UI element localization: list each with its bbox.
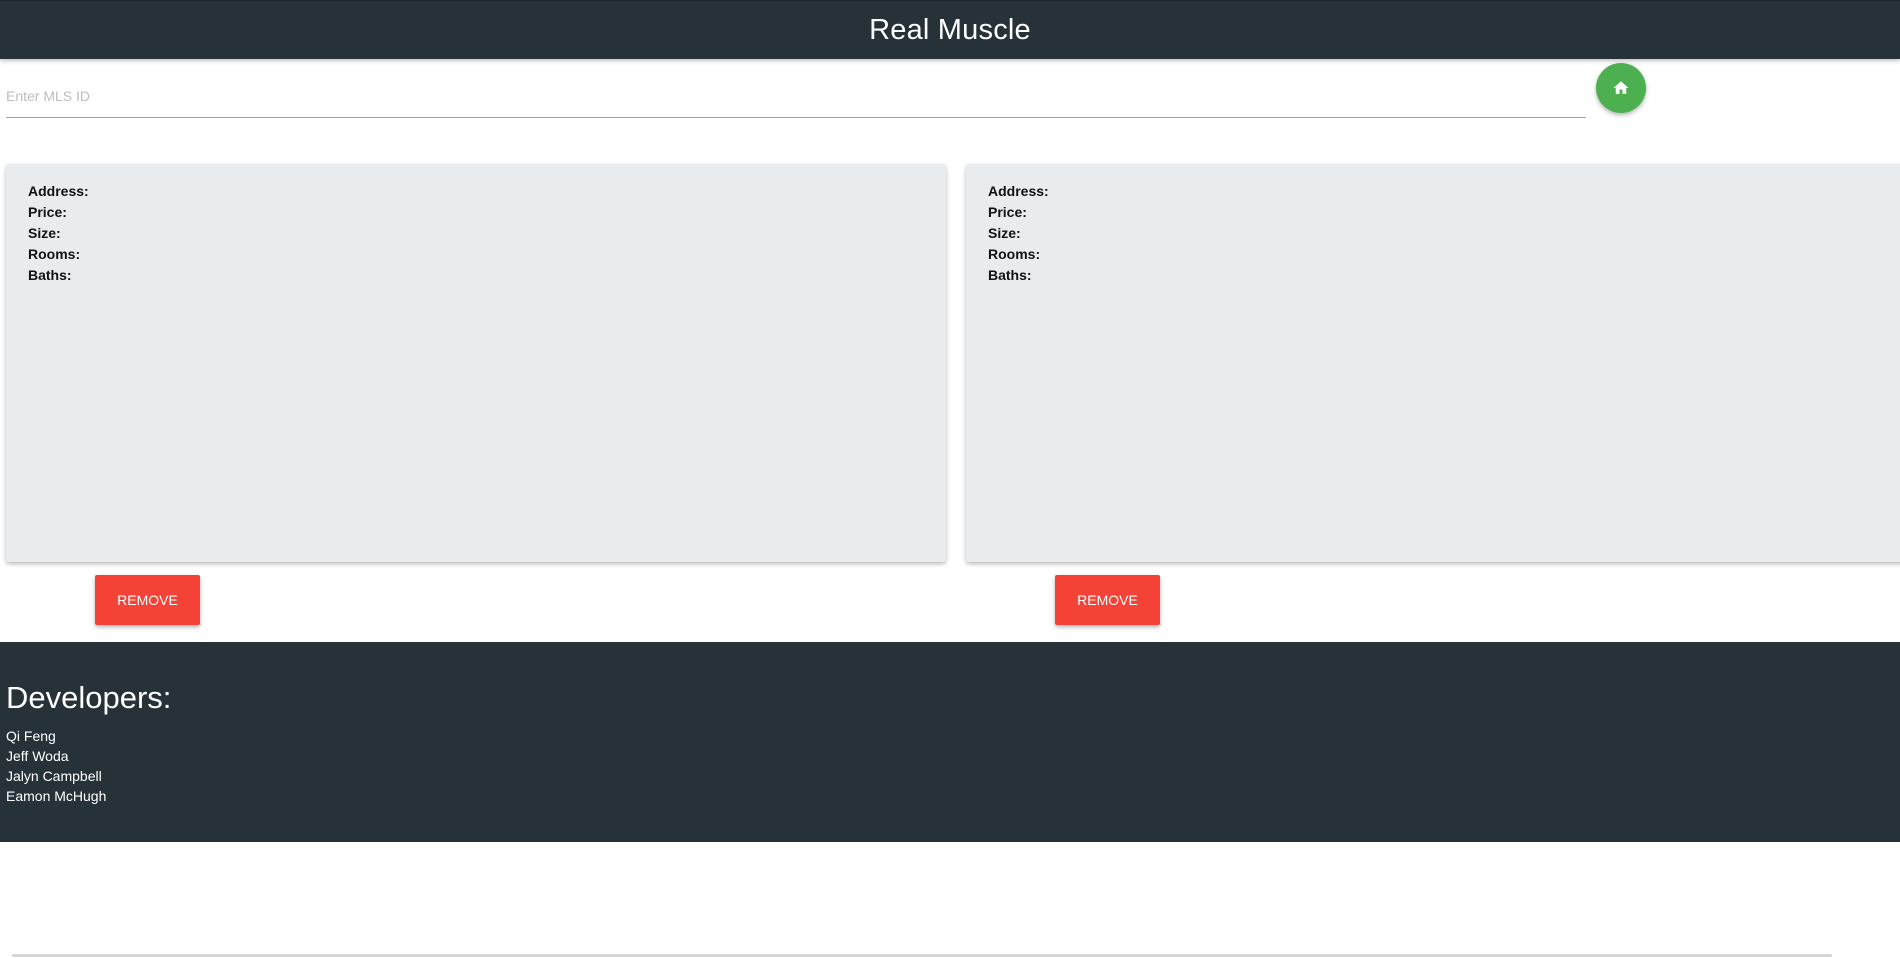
app-title: Real Muscle (869, 13, 1031, 46)
developer-name: Qi Feng (6, 728, 56, 744)
developer-name: Jalyn Campbell (6, 768, 102, 784)
developers-heading: Developers: (6, 680, 172, 715)
price-label: Price: (28, 204, 67, 220)
rooms-label: Rooms: (988, 246, 1041, 262)
remove-button[interactable]: REMOVE (1055, 575, 1160, 625)
price-label: Price: (988, 204, 1027, 220)
listing-card: Address: Price: Size: Rooms: Baths: (6, 164, 946, 562)
developers-footer: Developers: Qi Feng Jeff Woda Jalyn Camp… (0, 642, 1900, 842)
address-label: Address: (28, 183, 89, 199)
size-label: Size: (988, 225, 1021, 241)
size-label: Size: (28, 225, 61, 241)
address-label: Address: (988, 183, 1049, 199)
mls-id-input[interactable] (6, 76, 1586, 116)
developer-name: Jeff Woda (6, 748, 69, 764)
baths-label: Baths: (988, 267, 1032, 283)
listing-card: Address: Price: Size: Rooms: Baths: (966, 164, 1900, 562)
home-icon (1613, 81, 1629, 94)
mls-search-field[interactable] (6, 76, 1586, 118)
home-button[interactable] (1596, 63, 1646, 113)
baths-label: Baths: (28, 267, 72, 283)
remove-button[interactable]: REMOVE (95, 575, 200, 625)
rooms-label: Rooms: (28, 246, 81, 262)
app-header: Real Muscle (0, 0, 1900, 59)
developer-name: Eamon McHugh (6, 788, 107, 804)
horizontal-scrollbar[interactable] (12, 954, 1832, 957)
